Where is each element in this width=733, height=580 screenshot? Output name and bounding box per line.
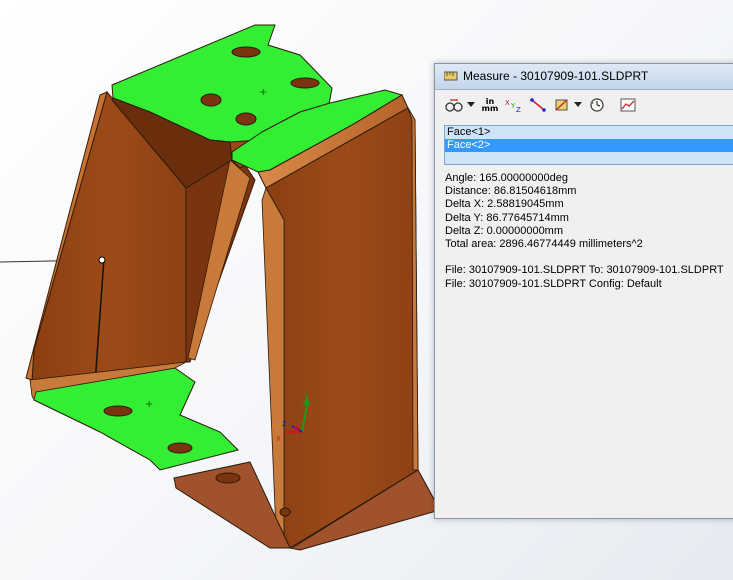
slot (215, 472, 241, 484)
delta-x-result: Delta X: 2.58819045mm (445, 198, 564, 211)
distance-result: Distance: 86.81504618mm (445, 185, 577, 198)
svg-text:X: X (505, 99, 510, 107)
slot (167, 442, 193, 454)
measure-dialog[interactable]: Measure - 30107909-101.SLDPRT in mm X Y Z (434, 63, 733, 519)
slot (231, 46, 261, 58)
file-config-result: File: 30107909-101.SLDPRT Config: Defaul… (445, 277, 662, 290)
hole (235, 112, 257, 126)
point-to-point-icon[interactable] (527, 94, 549, 116)
total-area-result: Total area: 2896.46774449 millimeters^2 (445, 237, 643, 250)
units-bottom-label: mm (481, 104, 499, 113)
axis-y-label: Y (303, 392, 309, 400)
slot (103, 405, 133, 417)
hole (200, 93, 222, 107)
create-sensor-icon[interactable] (617, 94, 639, 116)
xyz-measure-icon[interactable]: X Y Z (503, 94, 525, 116)
chevron-down-icon[interactable] (467, 102, 475, 107)
projection-icon[interactable] (551, 94, 573, 116)
delta-y-result: Delta Y: 86.77645714mm (445, 211, 569, 224)
slot (290, 77, 320, 89)
dialog-title: Measure - 30107909-101.SLDPRT (463, 69, 649, 83)
list-item[interactable]: Face<2> (445, 139, 733, 152)
dialog-titlebar[interactable]: Measure - 30107909-101.SLDPRT (435, 64, 733, 90)
measure-tool-icon (444, 71, 458, 81)
arc-circle-measure-icon[interactable] (443, 94, 465, 116)
units-button[interactable]: in mm (479, 94, 501, 116)
chevron-down-icon[interactable] (574, 102, 582, 107)
file-to-result: File: 30107909-101.SLDPRT To: 30107909-1… (445, 264, 724, 277)
selection-list[interactable]: Face<1> Face<2> (444, 125, 733, 165)
delta-z-result: Delta Z: 0.00000000mm (445, 224, 564, 237)
angle-result: Angle: 165.00000000deg (445, 172, 568, 184)
right-panel-inner-edge (261, 187, 285, 536)
measure-history-icon[interactable] (586, 94, 608, 116)
origin-marker: + (145, 399, 153, 410)
axis-x-label: X (276, 435, 281, 443)
measure-results: Angle: 165.00000000deg Distance: 86.8150… (445, 172, 733, 291)
measure-toolbar: in mm X Y Z (443, 94, 733, 116)
origin-marker: + (259, 87, 267, 98)
list-item[interactable]: Face<1> (445, 126, 733, 139)
axis-z-label: Z (282, 420, 287, 428)
svg-text:Z: Z (516, 106, 521, 113)
hole (279, 507, 291, 517)
measure-point[interactable] (98, 256, 106, 264)
